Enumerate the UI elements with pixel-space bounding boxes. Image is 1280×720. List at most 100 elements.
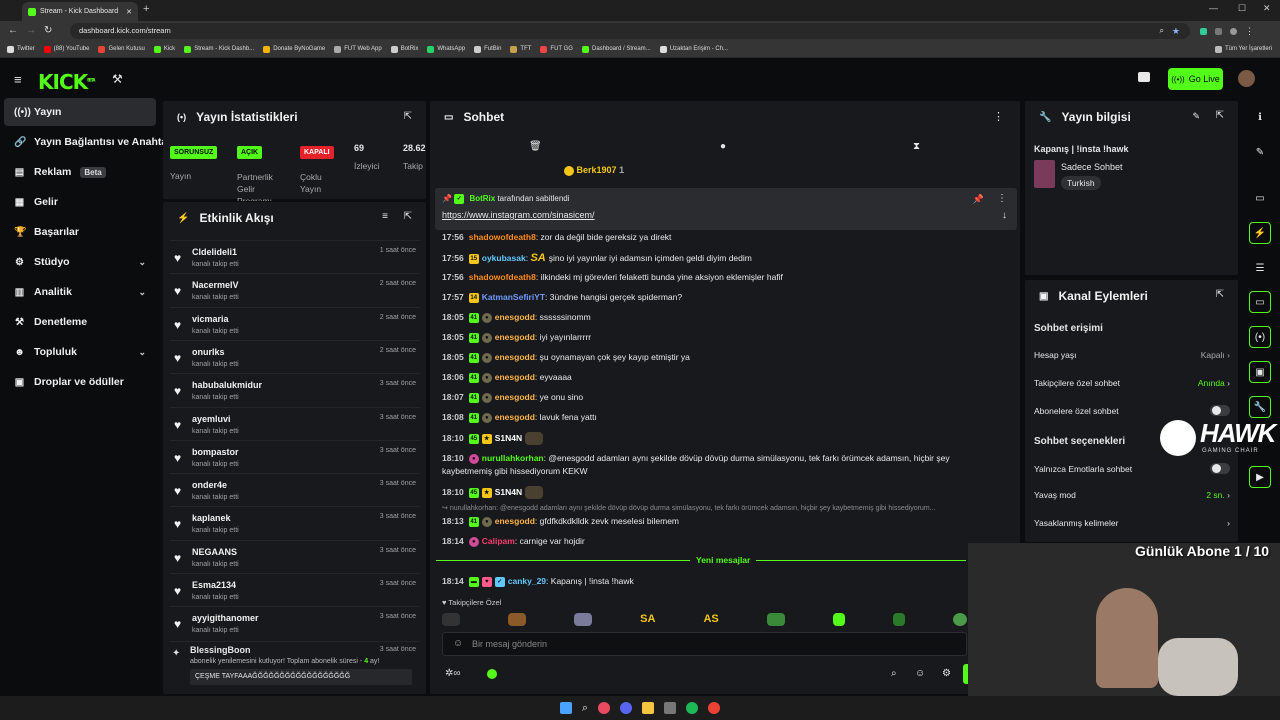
info-icon[interactable]: ℹ	[1249, 106, 1271, 128]
pinned-menu-icon[interactable]: ⋮	[997, 193, 1007, 204]
setting-account-age[interactable]: Hesap yaşı Kapalı ›	[1034, 350, 1230, 360]
browser-tab[interactable]: Stream - Kick Dashboard ✕	[22, 2, 138, 21]
chat-message[interactable]: 17:56 shadowofdeath8: zor da değil bide g…	[442, 232, 1012, 242]
chat-message[interactable]: 18:10 ● nurullahkorhan: @enesgodd adamları…	[442, 452, 1012, 478]
search-icon[interactable]: ⌕	[891, 668, 897, 679]
wrench-widget-icon[interactable]: 🔧	[1249, 396, 1271, 418]
setting-banned-words[interactable]: Yasaklanmış kelimeler ›	[1034, 518, 1230, 528]
list-widget-icon[interactable]: ☰	[1249, 257, 1271, 279]
close-window-icon[interactable]: ✕	[1263, 3, 1271, 14]
bookmark-item[interactable]: Twitter	[7, 45, 35, 53]
sidebar-item-basarilar[interactable]: 🏆 Başarılar	[4, 218, 156, 246]
hamburger-menu-icon[interactable]: ≡	[14, 72, 22, 87]
bookmark-item[interactable]: FUT GG	[540, 45, 573, 53]
go-live-button[interactable]: ((•)) Go Live	[1168, 68, 1223, 90]
multistream-icon[interactable]	[1138, 72, 1150, 82]
bookmark-item[interactable]: WhatsApp	[427, 45, 465, 53]
emote-sa[interactable]: SA	[640, 613, 655, 625]
bookmark-item[interactable]: FUT Web App	[334, 45, 382, 53]
spotify-icon[interactable]	[686, 702, 699, 714]
bookmark-star-icon[interactable]: ★	[1172, 23, 1180, 39]
kick-logo[interactable]: KICKBETA	[38, 70, 95, 94]
activity-widget-icon[interactable]: ⚡	[1249, 222, 1271, 244]
chat-settings-icon[interactable]: ⚙	[942, 668, 951, 679]
start-icon[interactable]	[559, 702, 572, 714]
chat-message[interactable]: 18:07 41 ● enesgodd: ye onu sino	[442, 392, 1012, 403]
chat-message[interactable]: 18:05 41 ● enesgodd: şu oynamayan çok şey k…	[442, 352, 1012, 363]
emote[interactable]	[952, 612, 967, 626]
discord-icon[interactable]	[620, 702, 633, 714]
chat-message[interactable]: 18:05 41 ● enesgodd: ssssssinomm	[442, 312, 1012, 323]
bookmark-item[interactable]: Donate ByNoGame	[263, 45, 325, 53]
subscribers-only-toggle[interactable]	[1210, 405, 1230, 416]
reply-preview[interactable]: ↪ nurullahkorhan: @enesgodd adamları ayn…	[442, 504, 1007, 512]
edit-icon[interactable]: ✎	[1192, 111, 1200, 122]
unpin-icon[interactable]: 📌	[973, 194, 984, 205]
emote[interactable]	[508, 612, 527, 626]
chrome-icon[interactable]	[708, 702, 721, 714]
popout-icon[interactable]: ⇱	[404, 211, 412, 222]
sidebar-item-topluluk[interactable]: ☻ Topluluk ⌄	[4, 338, 156, 366]
back-icon[interactable]: ←	[8, 25, 18, 36]
extensions-puzzle-icon[interactable]	[1215, 27, 1222, 35]
filter-icon[interactable]: ≡	[382, 211, 388, 222]
bookmark-item[interactable]: TFT	[510, 45, 531, 53]
bookmark-item[interactable]: (88) YouTube	[43, 45, 89, 53]
sidebar-item-denetleme[interactable]: ⚒ Denetleme	[4, 308, 156, 336]
new-tab-icon[interactable]: +	[143, 3, 149, 15]
folder-icon[interactable]	[642, 702, 655, 714]
emoji-icon[interactable]: ☺	[453, 638, 463, 649]
chat-message[interactable]: 18:05 41 ● enesgodd: iyi yayınlarrrrr	[442, 332, 1012, 343]
zoom-icon[interactable]: ⌕	[1160, 23, 1164, 39]
popout-icon[interactable]: ⇱	[404, 111, 412, 122]
broadcast-widget-icon[interactable]: (•)	[1249, 326, 1271, 348]
trash-icon[interactable]: 🗑	[529, 141, 542, 152]
emote[interactable]	[832, 612, 845, 626]
profile-icon[interactable]	[1230, 27, 1237, 35]
browser-menu-icon[interactable]: ⋮	[1245, 26, 1254, 37]
chat-message[interactable]: 17:57 14 KatmanSefiriYT: 3ündne hangisi ge…	[442, 292, 1012, 303]
minimize-icon[interactable]: —	[1209, 3, 1218, 13]
emote-only-toggle[interactable]	[1210, 463, 1230, 474]
bookmark-item[interactable]: Kick	[153, 45, 175, 53]
channel-widget-icon[interactable]: ▣	[1249, 361, 1271, 383]
sidebar-item-reklam[interactable]: ▤ Reklam Beta	[4, 158, 156, 186]
bookmark-item[interactable]: FutBin	[474, 45, 501, 53]
url-field[interactable]: dashboard.kick.com/stream ⌕ ★	[70, 23, 1190, 39]
chat-menu-icon[interactable]: ⋮	[993, 110, 1004, 123]
chat-message[interactable]: 18:13 41 ● enesgodd: gfdfkdkdklldk zevk mes…	[442, 516, 1012, 527]
expand-down-icon[interactable]: ↓	[1002, 210, 1007, 221]
forward-icon[interactable]: →	[26, 25, 36, 36]
sidebar-item-analitik[interactable]: ▥ Analitik ⌄	[4, 278, 156, 306]
sidebar-item-stream-key[interactable]: 🔗 Yayın Bağlantısı ve Anahtarı	[4, 128, 174, 156]
sidebar-item-droplar[interactable]: ▣ Droplar ve ödüller	[4, 368, 156, 396]
app-icon[interactable]	[664, 702, 677, 714]
setting-slow-mode[interactable]: Yavaş mod 2 sn. ›	[1034, 490, 1230, 500]
popout-icon[interactable]: ⇱	[1216, 289, 1224, 300]
emote[interactable]	[442, 612, 460, 626]
sidebar-item-studyo[interactable]: ⚙ Stüdyo ⌄	[4, 248, 156, 276]
bookmark-item[interactable]: Gelen Kutusu	[98, 45, 145, 53]
chat-tools-icon[interactable]: ✲∞	[445, 668, 461, 679]
maximize-icon[interactable]: ☐	[1238, 3, 1246, 14]
chat-message[interactable]: 18:08 41 ● enesgodd: lavuk fena yattı	[442, 412, 1012, 423]
chat-message[interactable]: 17:56 15 oykubasak: SA şino iyi yayınlar iy…	[442, 252, 1012, 264]
app-icon[interactable]	[598, 702, 611, 714]
chat-widget-icon[interactable]: ▭	[1249, 291, 1271, 313]
popout-icon[interactable]: ⇱	[1216, 110, 1224, 121]
bookmark-item[interactable]: BotRix	[390, 45, 418, 53]
emote[interactable]	[574, 612, 593, 626]
close-tab-icon[interactable]: ✕	[126, 8, 132, 16]
kick-points-icon[interactable]	[487, 669, 497, 679]
bookmark-item[interactable]: Uzaktan Erişim - Ch...	[659, 45, 728, 53]
bookmark-item[interactable]: Stream - Kick Dashb...	[184, 45, 254, 53]
pinned-link[interactable]: https://www.instagram.com/sinasicem/	[442, 210, 595, 220]
setting-followers-only[interactable]: Takipçilere özel sohbet Anında ›	[1034, 378, 1230, 388]
chat-message[interactable]: 17:56 shadowofdeath8: ilkindeki mj görevl…	[442, 272, 1012, 282]
chat-message-latest[interactable]: 18:14 ▬ ♥ ✓ canky_29: Kapanış | !insta !hawk	[442, 576, 1012, 587]
hourglass-icon[interactable]: ⧗	[913, 141, 920, 152]
hammer-icon[interactable]: ⚒	[112, 72, 123, 86]
user-avatar[interactable]	[1238, 70, 1255, 87]
emote-picker-icon[interactable]: ☺	[915, 668, 925, 679]
reload-icon[interactable]: ↻	[44, 25, 52, 36]
